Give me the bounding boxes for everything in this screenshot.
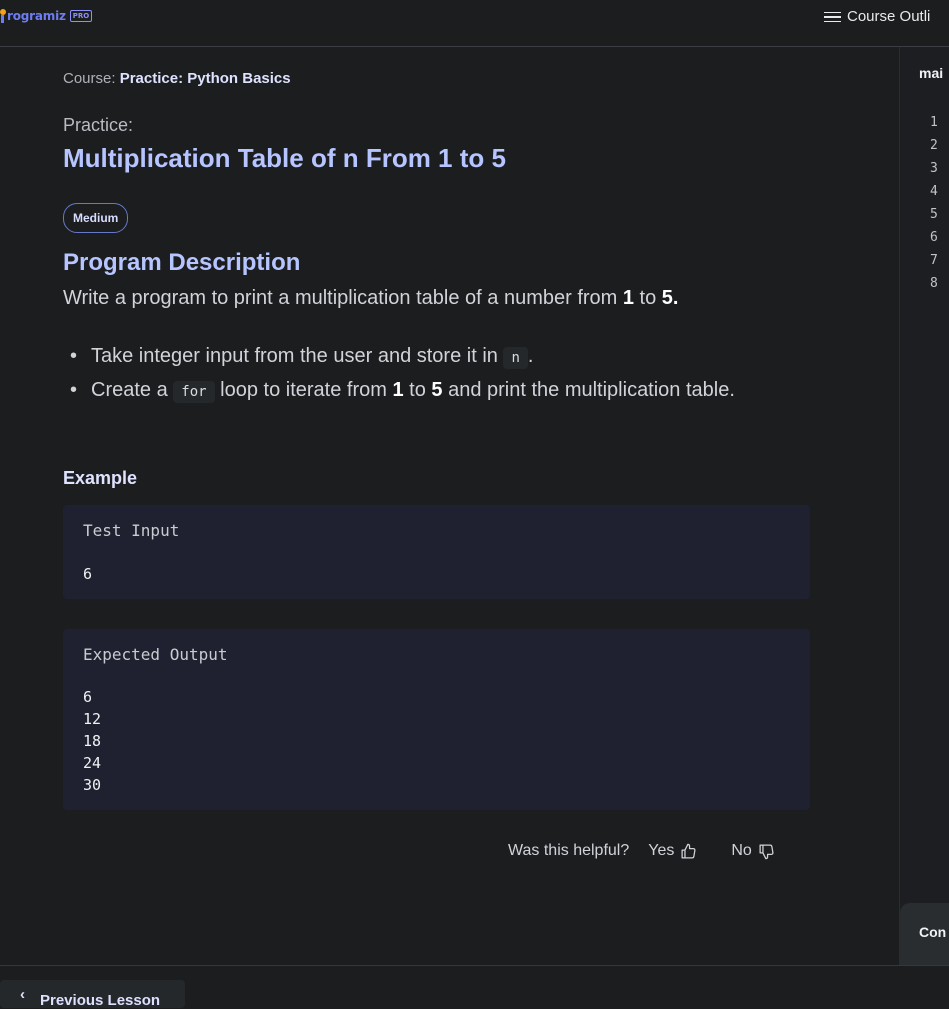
bullet2-end: and print the multiplication table. bbox=[448, 379, 735, 401]
previous-lesson-label: ‹ Previous Lesson bbox=[20, 986, 161, 1009]
course-outline-button[interactable]: Course Outli bbox=[824, 8, 930, 25]
inline-code: n bbox=[503, 347, 528, 369]
bullet2-prefix: Create a bbox=[91, 379, 168, 401]
lesson-content: Course: Practice: Python Basics Practice… bbox=[0, 47, 899, 965]
yes-label: Yes bbox=[648, 842, 675, 859]
programiz-logo-icon bbox=[0, 9, 6, 23]
bullet2-to: 5 bbox=[431, 379, 443, 401]
intro-to: 5 bbox=[661, 287, 673, 309]
breadcrumb-course-link[interactable]: Practice: Python Basics bbox=[120, 70, 291, 87]
example-heading: Example bbox=[63, 468, 138, 488]
yes-button[interactable]: Yes bbox=[648, 842, 697, 860]
bullet2-to-word: to bbox=[409, 379, 426, 401]
breadcrumb-label: Course: bbox=[63, 70, 116, 87]
bullet2-mid: loop to iterate from bbox=[220, 379, 387, 401]
page-title: Multiplication Table of n From 1 to 5 bbox=[63, 143, 506, 173]
intro-text: Write a program to print a multiplicatio… bbox=[63, 287, 623, 309]
intro-mid: to bbox=[634, 287, 662, 309]
thumbs-down-icon bbox=[759, 843, 774, 859]
no-button[interactable]: No bbox=[731, 842, 774, 860]
description-intro: Write a program to print a multiplicatio… bbox=[63, 287, 678, 310]
bullet1-text: Take integer input from the user and sto… bbox=[91, 345, 498, 367]
footer-bar: ‹ Previous Lesson bbox=[0, 965, 949, 1009]
test-input-title: Test Input bbox=[83, 521, 180, 540]
list-icon bbox=[824, 11, 841, 23]
test-input-value: 6 bbox=[83, 565, 93, 583]
feedback-bar: Was this helpful? Yes No bbox=[508, 842, 775, 860]
intro-from: 1 bbox=[622, 287, 634, 309]
feedback-question: Was this helpful? bbox=[508, 842, 630, 859]
no-label: No bbox=[731, 842, 752, 859]
console-tab-label: Con bbox=[919, 924, 947, 940]
brand-name: rogramiz bbox=[7, 9, 66, 23]
bullet1-end: . bbox=[527, 345, 534, 367]
breadcrumb: Course: Practice: Python Basics bbox=[63, 70, 291, 87]
code-editor-panel: mai 1 2 3 4 5 6 7 8 Con bbox=[899, 47, 949, 965]
test-input-panel: Test Input 6 bbox=[63, 505, 810, 599]
course-outline-label: Course Outli bbox=[847, 8, 931, 25]
expected-output-panel: Expected Output 6 12 18 24 30 bbox=[63, 629, 810, 810]
editor-file-tab[interactable]: mai bbox=[919, 65, 943, 81]
logo[interactable]: rogramiz PRO bbox=[0, 9, 93, 23]
console-tab[interactable]: Con bbox=[900, 903, 949, 965]
program-description-heading: Program Description bbox=[63, 249, 301, 276]
inline-code: for bbox=[173, 381, 215, 403]
line-numbers: 1 2 3 4 5 6 7 8 bbox=[930, 115, 938, 291]
pro-badge: PRO bbox=[69, 10, 93, 22]
top-bar: rogramiz PRO Course Outli bbox=[0, 0, 949, 47]
previous-lesson-text: Previous Lesson bbox=[40, 992, 161, 1009]
list-item: Create a for loop to iterate from 1 to 5… bbox=[70, 374, 795, 408]
bullet2-from: 1 bbox=[392, 379, 404, 401]
thumbs-up-icon bbox=[681, 843, 696, 859]
previous-lesson-button[interactable]: ‹ Previous Lesson bbox=[0, 980, 185, 1009]
expected-output-value: 6 12 18 24 30 bbox=[83, 688, 102, 794]
expected-output-title: Expected Output bbox=[83, 645, 228, 664]
intro-end: . bbox=[672, 287, 679, 309]
requirements-list: Take integer input from the user and sto… bbox=[70, 340, 795, 408]
practice-label: Practice: bbox=[63, 115, 134, 135]
list-item: Take integer input from the user and sto… bbox=[70, 340, 795, 374]
difficulty-badge: Medium bbox=[63, 203, 129, 233]
